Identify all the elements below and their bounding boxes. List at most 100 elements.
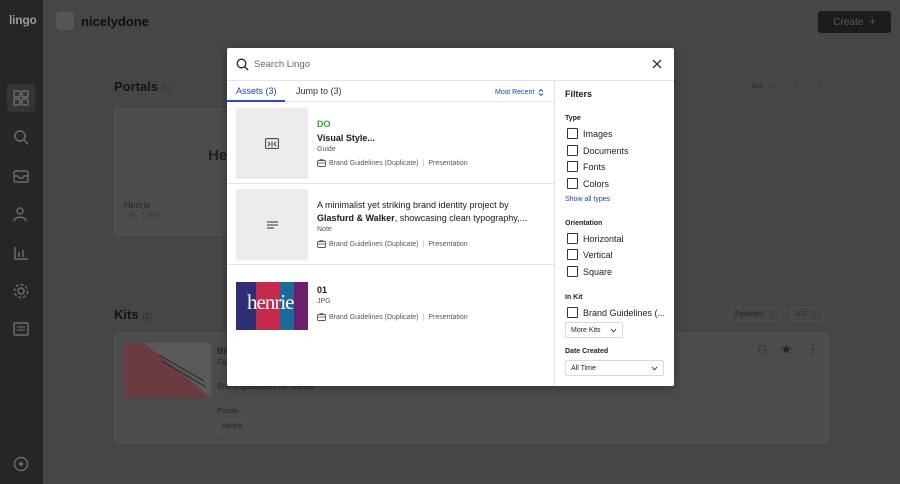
settings-icon[interactable] [11, 281, 31, 301]
result-kit-type: Presentation [428, 159, 468, 167]
sidebar: lingo [0, 0, 43, 484]
filters-pane: Filters Type Images Documents Fonts Colo… [554, 81, 674, 386]
search-modal: Assets (3) Jump to (3) Most Recent DO Vi… [227, 48, 674, 386]
filter-in-kit-brand-guidelines[interactable]: Brand Guidelines (... [567, 307, 665, 318]
search-icon [236, 58, 249, 71]
result-item[interactable]: DO Visual Style... Guide Brand Guideline… [227, 103, 554, 184]
analytics-icon[interactable] [11, 243, 31, 263]
filter-option-label: Images [583, 128, 613, 139]
filter-type-colors[interactable]: Colors [567, 178, 609, 189]
result-kit-name: Brand Guidelines (Duplicate) [329, 159, 419, 167]
kits-count: (1) [142, 312, 152, 321]
filter-orientation-vertical[interactable]: Vertical [567, 249, 613, 260]
chevron-down-icon: ⌄ [768, 311, 775, 318]
checkbox[interactable] [567, 249, 578, 260]
more-options-icon[interactable]: ⋮ [807, 342, 819, 356]
filter-orientation-square[interactable]: Square [567, 266, 612, 277]
workspace-name[interactable]: nicelydone [81, 14, 149, 29]
kit-card-portal-tag[interactable]: Henrie [217, 420, 248, 433]
portals-sort[interactable]: A-Z ⌄ [752, 82, 774, 91]
meta-separator: | [422, 240, 425, 248]
guide-icon [265, 138, 279, 149]
portals-heading: Portals (1) [114, 79, 171, 94]
result-meta: Brand Guidelines (Duplicate) | Presentat… [317, 159, 468, 167]
result-kit-name: Brand Guidelines (Duplicate) [329, 313, 419, 321]
dashboard-icon[interactable] [7, 84, 35, 112]
note-icon [266, 221, 278, 228]
tab-assets[interactable]: Assets (3) [236, 86, 277, 96]
checkbox[interactable] [567, 233, 578, 244]
filter-orientation-heading: Orientation [565, 220, 603, 227]
filter-date-heading: Date Created [565, 348, 609, 355]
chevron-down-icon [651, 366, 658, 370]
create-button-label: Create [833, 16, 864, 28]
share-users-icon[interactable]: ⚇ [757, 343, 768, 357]
result-note-rest: , showcasing clean typography,... [394, 213, 528, 223]
result-title: 01 [317, 285, 328, 295]
date-created-select[interactable]: All Time [565, 360, 664, 376]
kits-filter-label: Favorites [735, 310, 764, 318]
checkbox[interactable] [567, 307, 578, 318]
result-subtitle: Guide [317, 146, 336, 153]
sort-arrows-icon [538, 88, 544, 97]
portal-card-big-text: He [208, 147, 228, 164]
chevron-down-icon [610, 328, 617, 332]
result-note-bold: Glasfurd & Walker [317, 213, 395, 223]
filters-title: Filters [565, 89, 593, 99]
meta-separator: | [422, 313, 425, 321]
next-arrow-icon[interactable]: › [818, 82, 820, 89]
inbox-icon[interactable] [11, 166, 31, 186]
filter-option-label: Square [583, 266, 613, 277]
create-button[interactable]: Create + [818, 11, 891, 33]
filter-option-label: Colors [583, 178, 610, 189]
checkbox[interactable] [567, 266, 578, 277]
close-icon[interactable] [651, 58, 663, 70]
filter-orientation-horizontal[interactable]: Horizontal [567, 233, 624, 244]
tab-jump-to[interactable]: Jump to (3) [296, 86, 342, 96]
result-type-label: DO [317, 119, 331, 129]
kit-icon [317, 159, 326, 167]
filter-type-documents[interactable]: Documents [567, 145, 629, 156]
result-item[interactable]: henrie 01 JPG Brand Guidelines (Duplicat… [227, 265, 554, 346]
result-kit-type: Presentation [428, 313, 468, 321]
filter-option-label: Brand Guidelines (... [583, 307, 666, 318]
more-kits-label: More Kits [571, 326, 601, 334]
search-input[interactable] [254, 57, 634, 72]
help-icon[interactable] [11, 454, 31, 474]
result-note-line1: A minimalist yet striking brand identity… [317, 200, 509, 210]
workspace-avatar[interactable] [56, 12, 74, 30]
checkbox[interactable] [567, 161, 578, 172]
library-icon[interactable] [11, 319, 31, 339]
result-note-line2: Glasfurd & Walker, showcasing clean typo… [317, 213, 527, 223]
search-icon[interactable] [11, 127, 31, 147]
kits-sort[interactable]: A-Z ⌄ [791, 307, 824, 321]
results-pane: Assets (3) Jump to (3) Most Recent DO Vi… [227, 81, 554, 386]
kit-card-portals-label: Portals [217, 408, 239, 415]
portal-card-meta: 1 kit · 1 item [124, 212, 160, 219]
result-item[interactable]: A minimalist yet striking brand identity… [227, 184, 554, 265]
portals-sort-label: A-Z [752, 82, 764, 90]
result-image-thumbnail: henrie [236, 270, 308, 341]
users-icon[interactable] [11, 204, 31, 224]
kit-card-name: Br [217, 346, 228, 356]
sort-dropdown[interactable]: Most Recent [495, 88, 544, 97]
portal-card-name: Henrie [124, 200, 151, 210]
kit-thumbnail [124, 343, 211, 398]
favorite-star-icon[interactable]: ★ [780, 341, 793, 358]
show-all-types-link[interactable]: Show all types [565, 196, 610, 203]
kits-filter[interactable]: Favorites ⌄ [730, 307, 780, 321]
filter-type-images[interactable]: Images [567, 128, 613, 139]
more-kits-button[interactable]: More Kits [565, 322, 623, 338]
prev-arrow-icon[interactable]: ‹ [795, 82, 797, 89]
result-kit-type: Presentation [428, 240, 468, 248]
checkbox[interactable] [567, 178, 578, 189]
checkbox[interactable] [567, 128, 578, 139]
filter-type-fonts[interactable]: Fonts [567, 161, 606, 172]
result-thumbnail [236, 108, 308, 179]
checkbox[interactable] [567, 145, 578, 156]
thumbnail-brand-text: henrie [247, 290, 294, 314]
app-logo: lingo [9, 13, 37, 27]
result-meta: Brand Guidelines (Duplicate) | Presentat… [317, 313, 468, 321]
meta-separator: | [422, 159, 425, 167]
search-bar [227, 48, 674, 81]
